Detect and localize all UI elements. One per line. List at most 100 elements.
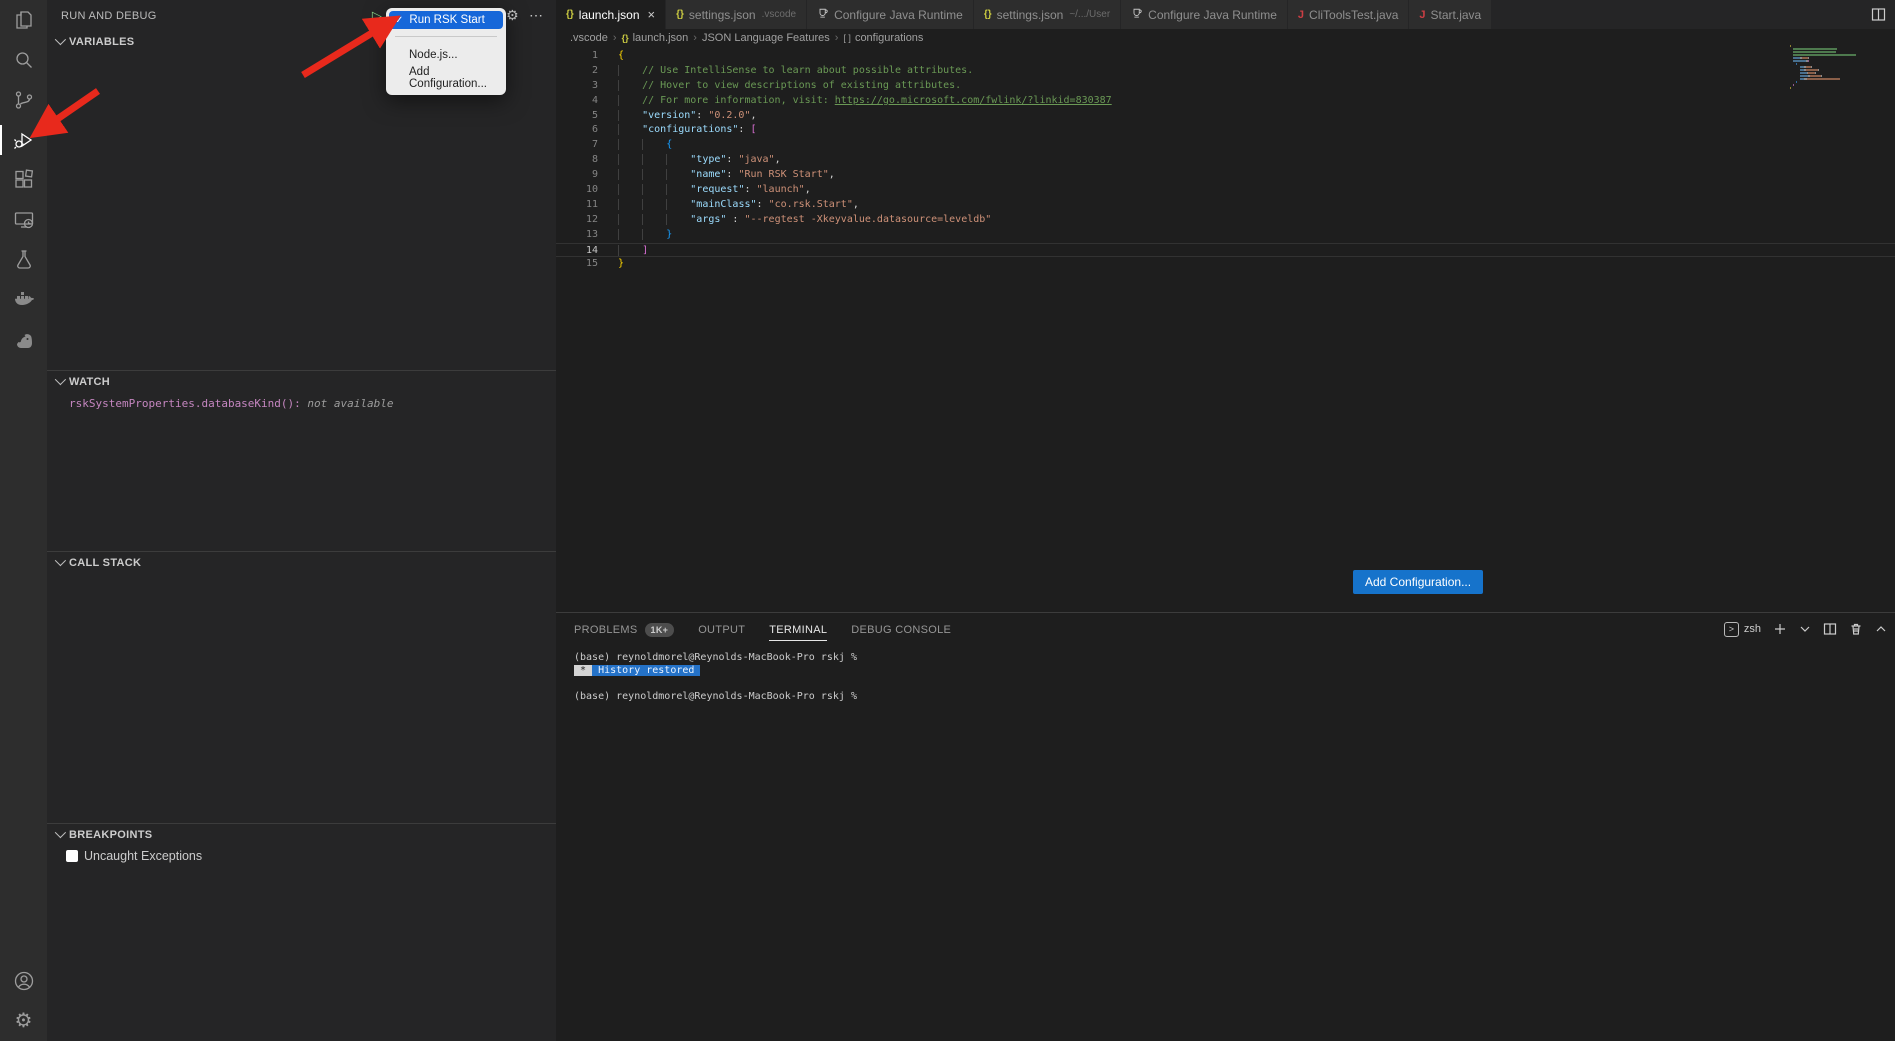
chevron-down-icon bbox=[55, 374, 66, 385]
tab-configure-java-runtime[interactable]: Configure Java Runtime bbox=[1121, 0, 1288, 29]
minimap-line bbox=[1790, 57, 1858, 59]
tab-settings-json[interactable]: {}settings.json~/.../User bbox=[974, 0, 1121, 29]
tab-settings-json[interactable]: {}settings.json.vscode bbox=[666, 0, 807, 29]
new-terminal-icon[interactable] bbox=[1773, 622, 1787, 636]
panel-tab-terminal[interactable]: TERMINAL bbox=[769, 617, 827, 641]
minimap-line bbox=[1790, 51, 1858, 53]
code-line-7[interactable]: 7 { bbox=[556, 138, 1895, 153]
chevron-down-icon bbox=[55, 555, 66, 566]
close-tab-icon[interactable]: × bbox=[648, 7, 656, 22]
add-configuration-button[interactable]: Add Configuration... bbox=[1353, 570, 1483, 594]
breakpoints-section: BREAKPOINTS Uncaught Exceptions bbox=[47, 823, 556, 1041]
explorer-icon[interactable] bbox=[0, 0, 47, 40]
java-runtime-cup-icon bbox=[817, 7, 829, 22]
sidebar-title: RUN AND DEBUG bbox=[61, 10, 157, 22]
extensions-icon[interactable] bbox=[0, 160, 47, 200]
open-launch-json-gear-icon[interactable]: ⚙ bbox=[506, 7, 519, 24]
code-line-3[interactable]: 3 // Hover to view descriptions of exist… bbox=[556, 79, 1895, 94]
run-and-debug-sidebar: RUN AND DEBUG ▷ ⚙ ⋯ VARIABLES WATCH rskS… bbox=[47, 0, 556, 1041]
panel-tab-bar: PROBLEMS1K+ OUTPUT TERMINAL DEBUG CONSOLE bbox=[574, 617, 975, 641]
tab-start-java[interactable]: JStart.java bbox=[1409, 0, 1492, 29]
java-icon: J bbox=[1298, 9, 1304, 21]
dropdown-item-add-configuration[interactable]: Add Configuration... bbox=[389, 63, 503, 92]
tab-configure-java-runtime[interactable]: Configure Java Runtime bbox=[807, 0, 974, 29]
panel-tab-output[interactable]: OUTPUT bbox=[698, 617, 745, 641]
call-stack-section-header[interactable]: CALL STACK bbox=[47, 552, 556, 574]
code-line-9[interactable]: 9 "name": "Run RSK Start", bbox=[556, 168, 1895, 183]
run-and-debug-icon[interactable] bbox=[0, 120, 47, 160]
line-number: 10 bbox=[556, 183, 598, 198]
minimap-line bbox=[1790, 78, 1858, 80]
json-icon: {} bbox=[676, 9, 684, 20]
breadcrumb-item[interactable]: {}launch.json bbox=[622, 32, 689, 44]
minimap-line bbox=[1790, 54, 1858, 56]
terminal-shell-button[interactable]: > zsh bbox=[1724, 622, 1761, 637]
terminal-line: (base) reynoldmorel@Reynolds-MacBook-Pro… bbox=[574, 651, 1895, 664]
terminal-line: * History restored bbox=[574, 664, 1895, 677]
array-icon: [ ] bbox=[843, 33, 851, 43]
uncaught-exceptions-checkbox[interactable] bbox=[66, 850, 78, 862]
code-line-5[interactable]: 5 "version": "0.2.0", bbox=[556, 109, 1895, 124]
start-debugging-icon[interactable]: ▷ bbox=[372, 8, 382, 24]
terminal-dropdown-chevron-icon[interactable] bbox=[1799, 623, 1811, 635]
code-line-10[interactable]: 10 "request": "launch", bbox=[556, 183, 1895, 198]
panel-tab-debug-console[interactable]: DEBUG CONSOLE bbox=[851, 617, 951, 641]
gradle-elephant-icon[interactable] bbox=[0, 320, 47, 360]
watch-section-header[interactable]: WATCH bbox=[47, 371, 556, 393]
code-line-6[interactable]: 6 "configurations": [ bbox=[556, 123, 1895, 138]
line-number: 14 bbox=[556, 244, 598, 257]
line-number: 12 bbox=[556, 213, 598, 228]
terminal-output[interactable]: (base) reynoldmorel@Reynolds-MacBook-Pro… bbox=[556, 645, 1895, 703]
code-line-2[interactable]: 2 // Use IntelliSense to learn about pos… bbox=[556, 64, 1895, 79]
tab-launch-json[interactable]: {}launch.json× bbox=[556, 0, 666, 29]
code-line-1[interactable]: 1{ bbox=[556, 49, 1895, 64]
code-line-15[interactable]: 15} bbox=[556, 257, 1895, 272]
panel-tab-problems[interactable]: PROBLEMS1K+ bbox=[574, 617, 674, 641]
split-terminal-icon[interactable] bbox=[1823, 622, 1837, 636]
code-line-12[interactable]: 12 "args" : "--regtest -Xkeyvalue.dataso… bbox=[556, 213, 1895, 228]
minimap-line bbox=[1790, 84, 1858, 86]
testing-icon[interactable] bbox=[0, 240, 47, 280]
breadcrumb-item[interactable]: JSON Language Features bbox=[702, 32, 830, 44]
kill-terminal-trash-icon[interactable] bbox=[1849, 622, 1863, 636]
dropdown-selected-item[interactable]: ✓ Run RSK Start bbox=[389, 11, 503, 29]
activity-bar: ⚙ bbox=[0, 0, 47, 1041]
docker-icon[interactable] bbox=[0, 280, 47, 320]
breadcrumb-item[interactable]: .vscode bbox=[570, 32, 608, 44]
tab-clitoolstest-java[interactable]: JCliToolsTest.java bbox=[1288, 0, 1410, 29]
minimap[interactable] bbox=[1790, 45, 1858, 90]
split-editor-icon[interactable] bbox=[1861, 0, 1895, 29]
code-line-13[interactable]: 13 } bbox=[556, 228, 1895, 243]
code-line-11[interactable]: 11 "mainClass": "co.rsk.Start", bbox=[556, 198, 1895, 213]
dropdown-item-node-js[interactable]: Node.js... bbox=[389, 46, 503, 63]
json-icon: {} bbox=[984, 9, 992, 20]
maximize-panel-chevron-icon[interactable] bbox=[1875, 623, 1887, 635]
breakpoints-section-header[interactable]: BREAKPOINTS bbox=[47, 824, 556, 846]
minimap-line bbox=[1790, 72, 1858, 74]
minimap-line bbox=[1790, 48, 1858, 50]
terminal-line: (base) reynoldmorel@Reynolds-MacBook-Pro… bbox=[574, 690, 1895, 703]
line-number: 4 bbox=[556, 94, 598, 109]
minimap-line bbox=[1790, 75, 1858, 77]
code-line-4[interactable]: 4 // For more information, visit: https:… bbox=[556, 94, 1895, 109]
minimap-line bbox=[1790, 81, 1858, 83]
settings-gear-icon[interactable]: ⚙ bbox=[0, 1001, 47, 1041]
search-icon[interactable] bbox=[0, 40, 47, 80]
watch-expression: rskSystemProperties.databaseKind(): bbox=[69, 397, 301, 410]
watch-section: WATCH rskSystemProperties.databaseKind()… bbox=[47, 370, 556, 551]
line-number: 8 bbox=[556, 153, 598, 168]
tab-bar-spacer bbox=[1492, 0, 1861, 29]
line-number: 7 bbox=[556, 138, 598, 153]
code-line-14[interactable]: 14 ] bbox=[556, 243, 1895, 258]
watch-value: not available bbox=[301, 397, 394, 410]
line-number: 3 bbox=[556, 79, 598, 94]
watch-expression-row[interactable]: rskSystemProperties.databaseKind(): not … bbox=[47, 393, 556, 410]
remote-explorer-icon[interactable] bbox=[0, 200, 47, 240]
more-actions-icon[interactable]: ⋯ bbox=[529, 7, 544, 24]
source-control-icon[interactable] bbox=[0, 80, 47, 120]
breadcrumb-item[interactable]: [ ]configurations bbox=[843, 32, 923, 44]
account-icon[interactable] bbox=[0, 961, 47, 1001]
breadcrumb-separator: › bbox=[835, 32, 839, 44]
code-editor[interactable]: 1{2 // Use IntelliSense to learn about p… bbox=[556, 47, 1895, 272]
code-line-8[interactable]: 8 "type": "java", bbox=[556, 153, 1895, 168]
